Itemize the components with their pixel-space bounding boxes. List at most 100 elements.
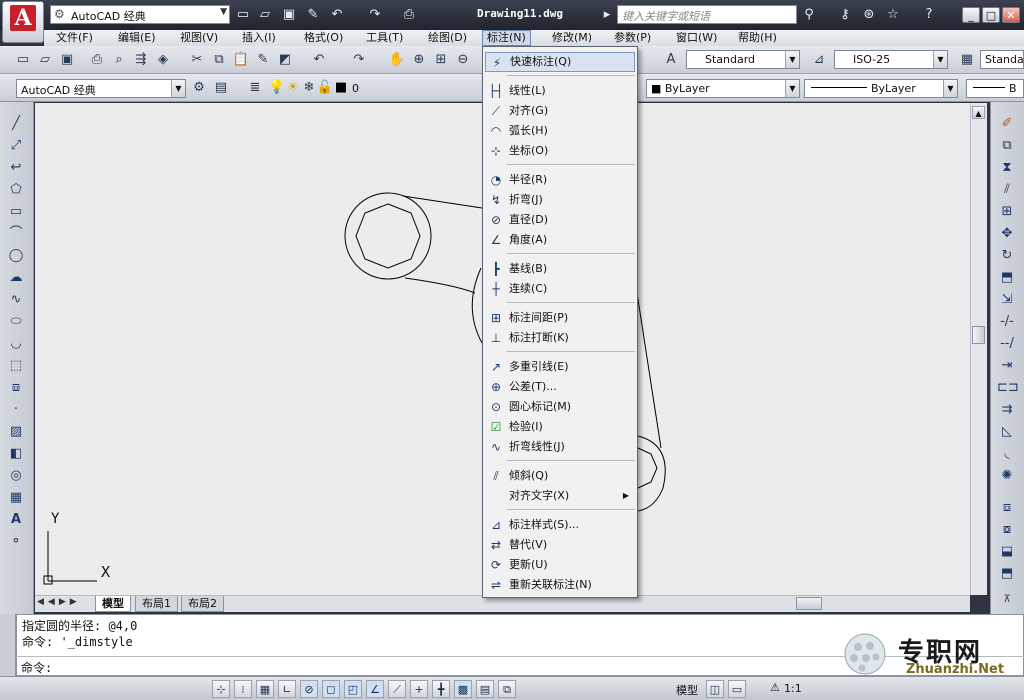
lineweight-display-icon[interactable]: ╋ [432, 680, 450, 698]
polyline-icon[interactable]: ↩ [6, 158, 26, 178]
menu-inspect[interactable]: ☑ 检验(I) [485, 417, 635, 437]
command-window-grip[interactable] [0, 614, 16, 676]
menu-insert[interactable]: 插入(I) [238, 30, 280, 46]
menu-continue[interactable]: ┼ 连续(C) [485, 279, 635, 299]
construction-line-icon[interactable]: ⤢ [6, 136, 26, 156]
undo-icon[interactable]: ↶ [310, 51, 328, 69]
open-icon[interactable]: ▱ [36, 51, 54, 69]
dynamic-input-icon[interactable]: + [410, 680, 428, 698]
3d-object-snap-icon[interactable]: ◰ [344, 680, 362, 698]
linetype-select[interactable]: ByLayer ▼ [804, 79, 958, 98]
redo-icon[interactable]: ↷ [366, 6, 384, 24]
circle-icon[interactable]: ◯ [6, 246, 26, 266]
move-icon[interactable]: ✥ [997, 224, 1017, 244]
rectangle-icon[interactable]: ▭ [6, 202, 26, 222]
block-editor-icon[interactable]: ◩ [276, 51, 294, 69]
match-properties-icon[interactable]: ✎ [254, 51, 272, 69]
search-input[interactable]: 键入关键字或短语 [617, 5, 797, 24]
menu-align-text[interactable]: 对齐文字(X) ▶ [485, 486, 635, 506]
quick-view-drawings-icon[interactable]: ▭ [728, 680, 746, 698]
hatch-icon[interactable]: ▨ [6, 422, 26, 442]
menu-arc-length[interactable]: ◠ 弧长(H) [485, 121, 635, 141]
menu-multileader[interactable]: ↗ 多重引线(E) [485, 357, 635, 377]
scale-icon[interactable]: ⬒ [997, 268, 1017, 288]
ellipse-arc-icon[interactable]: ◡ [6, 334, 26, 354]
draw-order-front-icon[interactable]: ⧈ [997, 498, 1017, 518]
zoom-realtime-icon[interactable]: ⊕ [410, 51, 428, 69]
pan-icon[interactable]: ✋ [388, 51, 406, 69]
menu-reassociate[interactable]: ⇌ 重新关联标注(N) [485, 575, 635, 595]
menu-ordinate[interactable]: ⊹ 坐标(O) [485, 141, 635, 161]
bring-above-icon[interactable]: ⬓ [997, 542, 1017, 562]
menu-oblique[interactable]: ⫽ 倾斜(Q) [485, 466, 635, 486]
infer-constraints-icon[interactable]: ⊹ [212, 680, 230, 698]
vertical-scrollbar[interactable] [970, 103, 987, 595]
menu-quick-dimension[interactable]: ⚡ 快速标注(Q) [485, 52, 635, 72]
favorites-star-icon[interactable]: ☆ [884, 6, 902, 24]
tab-layout1[interactable]: 布局1 [135, 596, 178, 612]
grid-display-icon[interactable]: ▦ [256, 680, 274, 698]
point-icon[interactable]: · [6, 400, 26, 420]
dim-style-select[interactable]: ISO-25 ▼ [834, 50, 948, 69]
key-icon[interactable]: ⚷ [836, 6, 854, 24]
workspace-combo[interactable]: AutoCAD 经典 ▼ [16, 79, 186, 98]
spline-icon[interactable]: ∿ [6, 290, 26, 310]
region-icon[interactable]: ◎ [6, 466, 26, 486]
send-under-icon[interactable]: ⬒ [997, 564, 1017, 584]
plot-preview-icon[interactable]: ⌕ [110, 51, 128, 69]
open-file-icon[interactable]: ▱ [256, 6, 274, 24]
fillet-icon[interactable]: ◟ [997, 444, 1017, 464]
lineweight-select[interactable]: B [966, 79, 1024, 98]
menu-file[interactable]: 文件(F) [52, 30, 97, 46]
menu-angular[interactable]: ∠ 角度(A) [485, 230, 635, 250]
trim-icon[interactable]: -/- [997, 312, 1017, 332]
cut-icon[interactable]: ✂ [188, 51, 206, 69]
menu-radius[interactable]: ◔ 半径(R) [485, 170, 635, 190]
ellipse-icon[interactable]: ⬭ [6, 312, 26, 332]
offset-icon[interactable]: ⫽ [997, 180, 1017, 200]
annotation-scale-icon[interactable]: ⚠ [770, 681, 780, 694]
stretch-icon[interactable]: ⇲ [997, 290, 1017, 310]
workspace-settings-icon[interactable]: ⚙ [190, 79, 208, 97]
chamfer-icon[interactable]: ◺ [997, 422, 1017, 442]
multiline-text-icon[interactable]: A [6, 510, 26, 530]
close-button[interactable]: ✕ [1002, 7, 1020, 23]
layer-manager-icon[interactable]: ≣ [246, 79, 264, 97]
insert-block-icon[interactable]: ⬚ [6, 356, 26, 376]
join-icon[interactable]: ⇉ [997, 400, 1017, 420]
menu-view[interactable]: 视图(V) [176, 30, 222, 46]
mirror-icon[interactable]: ⧗ [997, 158, 1017, 178]
menu-baseline[interactable]: ┣ 基线(B) [485, 259, 635, 279]
quick-properties-icon[interactable]: ▤ [476, 680, 494, 698]
menu-edit[interactable]: 编辑(E) [114, 30, 160, 46]
polygon-icon[interactable]: ⬠ [6, 180, 26, 200]
menu-draw[interactable]: 绘图(D) [424, 30, 471, 46]
tab-model[interactable]: 模型 [95, 596, 131, 612]
tab-layout2[interactable]: 布局2 [181, 596, 224, 612]
revcloud-icon[interactable]: ☁ [6, 268, 26, 288]
menu-parameters[interactable]: 参数(P) [610, 30, 655, 46]
zoom-window-icon[interactable]: ⊞ [432, 51, 450, 69]
explode-icon[interactable]: ✺ [997, 466, 1017, 486]
tab-navigation-arrows[interactable]: ◀◀▶▶ [37, 597, 81, 607]
menu-jogged[interactable]: ↯ 折弯(J) [485, 190, 635, 210]
table-style-select[interactable]: Standa [980, 50, 1024, 69]
transparency-icon[interactable]: ▩ [454, 680, 472, 698]
publish-icon[interactable]: ⇶ [132, 51, 150, 69]
snap-mode-icon[interactable]: ⁝ [234, 680, 252, 698]
maximize-button[interactable]: □ [982, 7, 1000, 23]
add-selected-icon[interactable]: ⚬ [6, 532, 26, 552]
print-icon[interactable]: ⎙ [400, 6, 418, 24]
vertical-scroll-thumb[interactable] [972, 326, 985, 344]
copy-icon[interactable]: ⧉ [210, 51, 228, 69]
color-select[interactable]: ■ ByLayer ▼ [646, 79, 800, 98]
quick-view-layouts-icon[interactable]: ◫ [706, 680, 724, 698]
make-block-icon[interactable]: ⧈ [6, 378, 26, 398]
rotate-icon[interactable]: ↻ [997, 246, 1017, 266]
workspace-select[interactable]: ⚙ AutoCAD 经典 ▼ [50, 5, 230, 24]
new-icon[interactable]: ▭ [14, 51, 32, 69]
array-icon[interactable]: ⊞ [997, 202, 1017, 222]
save-as-icon[interactable]: ✎ [304, 6, 322, 24]
workspace-custom-icon[interactable]: ▤ [212, 79, 230, 97]
menu-tools[interactable]: 工具(T) [362, 30, 407, 46]
